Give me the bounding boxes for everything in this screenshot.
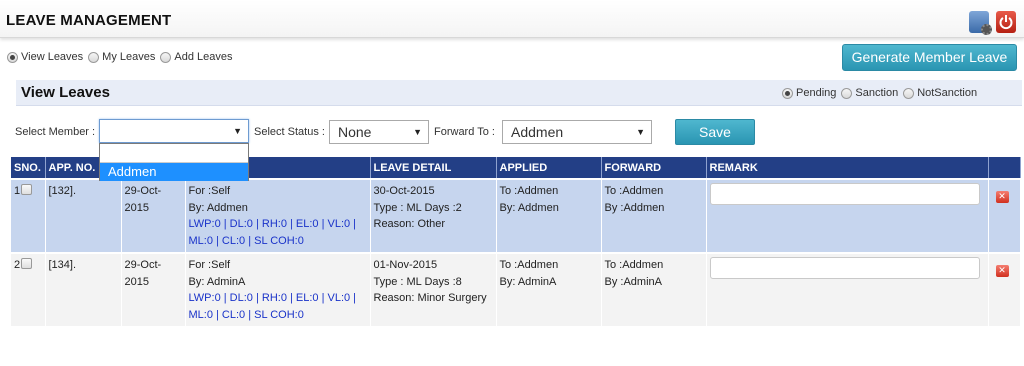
- row-checkbox[interactable]: [21, 258, 33, 269]
- row-checkbox[interactable]: [21, 184, 33, 195]
- row-detail-date: 30-Oct-2015: [373, 185, 435, 197]
- row-date: 29-Oct-2015: [121, 180, 186, 252]
- col-header-remark: REMARK: [706, 157, 989, 178]
- radio-button[interactable]: [903, 87, 915, 99]
- col-header-leave-detail: LEAVE DETAIL: [370, 157, 497, 178]
- delete-icon[interactable]: ✕: [995, 265, 1009, 277]
- status-select[interactable]: None ▼: [329, 120, 429, 144]
- row-forward-to: To :Addmen: [604, 259, 664, 271]
- radio-button[interactable]: [7, 51, 18, 63]
- member-select[interactable]: ▼: [99, 119, 249, 143]
- row-forward-by: By :AdminA: [604, 275, 662, 288]
- save-button[interactable]: Save: [675, 119, 755, 145]
- radio-button[interactable]: [160, 51, 172, 63]
- settings-icon[interactable]: [969, 11, 992, 35]
- row-forward-by: By :Addmen: [604, 201, 665, 214]
- generate-member-leave-button[interactable]: Generate Member Leave: [842, 44, 1017, 71]
- dropdown-option-blank[interactable]: [100, 144, 248, 163]
- row-applied-to: To :Addmen: [499, 259, 559, 271]
- row-detail-type: Type : ML Days :8: [373, 275, 462, 288]
- select-member-label: Select Member :: [15, 126, 96, 138]
- status-radios: Pending Sanction NotSanction: [782, 87, 982, 99]
- row-sno: 2: [14, 259, 21, 271]
- view-mode-radios: View Leaves My Leaves Add Leaves: [7, 51, 237, 63]
- row-detail-type: Type : ML Days :2: [373, 201, 462, 214]
- col-header-forward: FORWARD: [601, 157, 707, 178]
- row-detail-reason: Reason: Minor Surgery: [373, 292, 487, 304]
- forward-to-select[interactable]: Addmen ▼: [502, 120, 652, 144]
- radio-view-leaves[interactable]: View Leaves: [7, 51, 83, 63]
- table-row: 2 [134]. 29-Oct-2015 For :Self By: Admin…: [11, 254, 1021, 326]
- row-by: By: AdminA: [188, 275, 246, 288]
- member-dropdown-list: Addmen: [99, 143, 249, 181]
- power-icon[interactable]: [996, 11, 1016, 33]
- row-applied-to: To :Addmen: [499, 185, 559, 197]
- col-header-action: [988, 157, 1021, 178]
- row-detail-date: 01-Nov-2015: [373, 259, 438, 271]
- row-leave-balance: LWP:0 | DL:0 | RH:0 | EL:0 | VL:0 | ML:0…: [188, 218, 357, 247]
- leave-table: SNO. APP. NO. LEAVE DETAIL APPLIED FORWA…: [11, 157, 1021, 326]
- dropdown-option-addmen[interactable]: Addmen: [100, 163, 248, 181]
- radio-button[interactable]: [841, 87, 853, 99]
- row-forward-to: To :Addmen: [604, 185, 664, 197]
- row-detail-reason: Reason: Other: [373, 218, 446, 230]
- row-applied-by: By: AdminA: [499, 275, 557, 288]
- row-by: By: Addmen: [188, 201, 248, 214]
- table-row: 1 [132]. 29-Oct-2015 For :Self By: Addme…: [11, 180, 1021, 252]
- row-for: For :Self: [188, 185, 231, 197]
- dropdown-arrow-icon: ▼: [636, 127, 645, 137]
- dropdown-arrow-icon: ▼: [233, 126, 242, 136]
- row-date: 29-Oct-2015: [121, 254, 186, 326]
- radio-button[interactable]: [88, 51, 100, 63]
- radio-sanction[interactable]: Sanction: [841, 87, 898, 99]
- dropdown-arrow-icon: ▼: [413, 127, 422, 137]
- radio-button[interactable]: [782, 87, 793, 99]
- panel-title: View Leaves: [21, 84, 110, 101]
- row-applied-by: By: Addmen: [499, 201, 559, 214]
- forward-to-label: Forward To :: [434, 126, 495, 138]
- app-title: LEAVE MANAGEMENT: [6, 12, 172, 29]
- remark-input[interactable]: [709, 183, 980, 205]
- row-sno: 1: [14, 185, 21, 197]
- col-header-sno: SNO.: [11, 157, 46, 178]
- select-status-label: Select Status :: [254, 126, 325, 138]
- row-for: For :Self: [188, 259, 231, 271]
- top-bar: LEAVE MANAGEMENT: [0, 0, 1024, 38]
- row-app-no: [134].: [45, 254, 122, 326]
- radio-my-leaves[interactable]: My Leaves: [88, 51, 155, 63]
- radio-pending[interactable]: Pending: [782, 87, 836, 99]
- radio-add-leaves[interactable]: Add Leaves: [160, 51, 232, 63]
- radio-notsanction[interactable]: NotSanction: [903, 87, 977, 99]
- row-app-no: [132].: [45, 180, 122, 252]
- delete-icon[interactable]: ✕: [995, 191, 1009, 203]
- col-header-applied: APPLIED: [496, 157, 602, 178]
- remark-input[interactable]: [709, 257, 980, 279]
- row-leave-balance: LWP:0 | DL:0 | RH:0 | EL:0 | VL:0 | ML:0…: [188, 292, 357, 321]
